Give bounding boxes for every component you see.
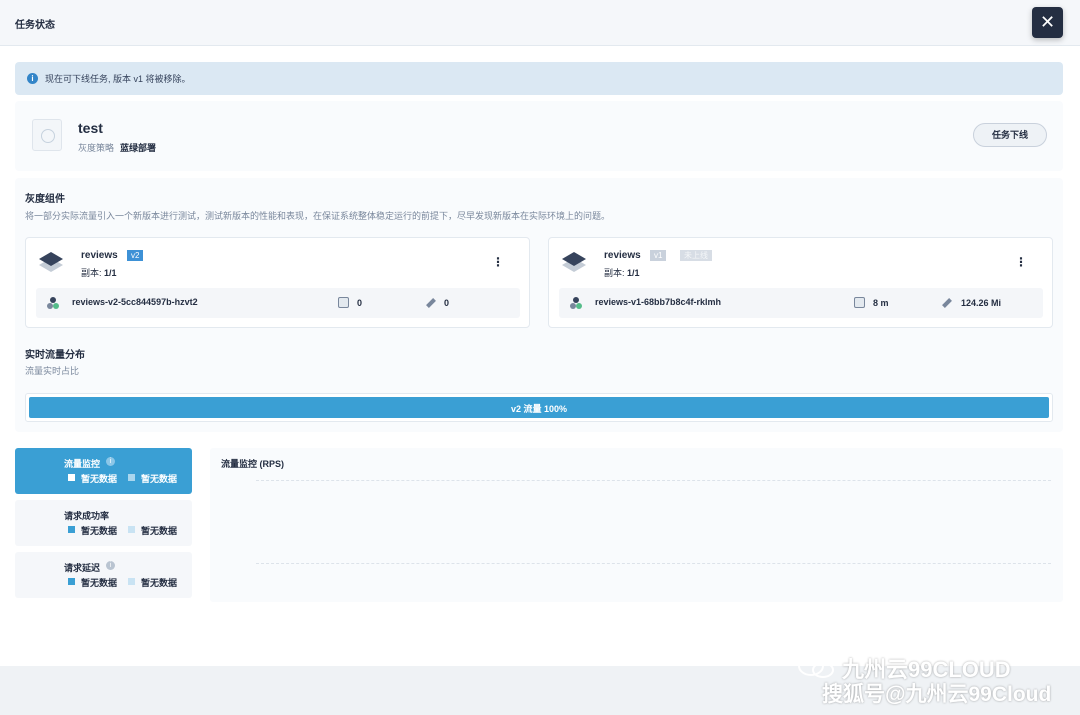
modal-title: 任务状态 xyxy=(15,20,55,31)
component-name: reviews xyxy=(81,250,118,261)
traffic-bar: v2 流量 100% xyxy=(25,393,1053,422)
cpu-icon xyxy=(338,297,349,308)
app-icon xyxy=(32,119,62,151)
modal-header: 任务状态 xyxy=(0,0,1080,46)
legend-swatch xyxy=(68,578,75,585)
legend-swatch xyxy=(68,526,75,533)
chart-gridline xyxy=(256,563,1051,564)
memory-value: 0 xyxy=(444,298,450,308)
info-icon[interactable]: i xyxy=(106,561,115,570)
strategy-label: 灰度策略 xyxy=(78,143,115,153)
memory-icon xyxy=(942,298,952,308)
close-button[interactable]: ✕ xyxy=(1032,7,1063,38)
replica-label: 副本: xyxy=(81,268,105,278)
offline-button[interactable]: 任务下线 xyxy=(973,123,1047,147)
watermark-text: 搜狐号@九州云99Cloud xyxy=(822,683,1052,706)
cpu-icon xyxy=(854,297,865,308)
replica-info: 副本: 1/1 xyxy=(81,266,117,279)
replica-info: 副本: 1/1 xyxy=(604,266,640,279)
components-description: 将一部分实际流量引入一个新版本进行测试，测试新版本的性能和表现，在保证系统整体稳… xyxy=(25,211,611,221)
legend-swatch xyxy=(128,474,135,481)
pod-row[interactable]: reviews-v2-5cc844597b-hzvt2 0 0 xyxy=(36,288,520,318)
tab-traffic-monitor[interactable]: 流量监控 i 暂无数据 暂无数据 xyxy=(15,448,192,494)
legend-label: 暂无数据 xyxy=(81,578,118,588)
pod-icon xyxy=(570,297,582,309)
info-icon: i xyxy=(27,73,38,84)
more-icon[interactable]: ⋮ xyxy=(492,256,504,268)
legend-label: 暂无数据 xyxy=(141,474,178,484)
chart-panel: 流量监控 (RPS) xyxy=(210,448,1063,602)
traffic-bar-label: v2 流量 100% xyxy=(510,404,568,414)
tab-success-rate[interactable]: 请求成功率 暂无数据 暂无数据 xyxy=(15,500,192,546)
version-card-v2: reviews v2 副本: 1/1 ⋮ reviews-v2-5cc84459… xyxy=(25,237,530,328)
component-name: reviews xyxy=(604,250,641,261)
legend-swatch xyxy=(68,474,75,481)
pod-icon xyxy=(47,297,59,309)
wechat-logo-icon xyxy=(798,656,834,678)
close-icon: ✕ xyxy=(1039,12,1056,32)
cpu-value: 8 m xyxy=(873,298,889,308)
layers-icon xyxy=(562,252,586,272)
status-tag: 未上线 xyxy=(680,250,712,261)
legend-swatch xyxy=(128,578,135,585)
components-title: 灰度组件 xyxy=(25,194,65,205)
traffic-title: 实时流量分布 xyxy=(25,350,85,361)
pod-name: reviews-v2-5cc844597b-hzvt2 xyxy=(72,297,198,307)
info-alert: i 现在可下线任务, 版本 v1 将被移除。 xyxy=(15,62,1063,95)
pod-row[interactable]: reviews-v1-68bb7b8c4f-rklmh 8 m 124.26 M… xyxy=(559,288,1043,318)
version-tag: v1 xyxy=(650,250,667,261)
cpu-value: 0 xyxy=(357,298,363,308)
app-card: test 灰度策略 蓝绿部署 任务下线 xyxy=(15,101,1063,171)
version-tag: v2 xyxy=(127,250,144,261)
layers-icon xyxy=(39,252,63,272)
alert-message: 现在可下线任务, 版本 v1 将被移除。 xyxy=(45,74,191,84)
replica-value: 1/1 xyxy=(104,268,117,278)
legend-label: 暂无数据 xyxy=(81,474,118,484)
legend-label: 暂无数据 xyxy=(81,526,118,536)
more-icon[interactable]: ⋮ xyxy=(1015,256,1027,268)
tab-title: 请求成功率 xyxy=(64,511,110,521)
memory-icon xyxy=(426,298,436,308)
legend-swatch xyxy=(128,526,135,533)
chart-gridline xyxy=(256,480,1051,481)
legend-label: 暂无数据 xyxy=(141,578,178,588)
tab-request-latency[interactable]: 请求延迟 i 暂无数据 暂无数据 xyxy=(15,552,192,598)
traffic-bar-fill: v2 流量 100% xyxy=(29,397,1049,418)
version-card-v1: reviews v1 未上线 副本: 1/1 ⋮ reviews-v1-68bb… xyxy=(548,237,1053,328)
tab-title: 流量监控 xyxy=(64,459,101,469)
tab-title: 请求延迟 xyxy=(64,563,101,573)
pod-name: reviews-v1-68bb7b8c4f-rklmh xyxy=(595,297,722,307)
replica-value: 1/1 xyxy=(627,268,640,278)
strategy-value: 蓝绿部署 xyxy=(120,143,157,153)
app-name: test xyxy=(78,120,103,136)
replica-label: 副本: xyxy=(604,268,628,278)
info-icon[interactable]: i xyxy=(106,457,115,466)
traffic-subtitle: 流量实时占比 xyxy=(25,366,80,376)
memory-value: 124.26 Mi xyxy=(961,298,1002,308)
chart-title: 流量监控 (RPS) xyxy=(221,459,285,469)
legend-label: 暂无数据 xyxy=(141,526,178,536)
